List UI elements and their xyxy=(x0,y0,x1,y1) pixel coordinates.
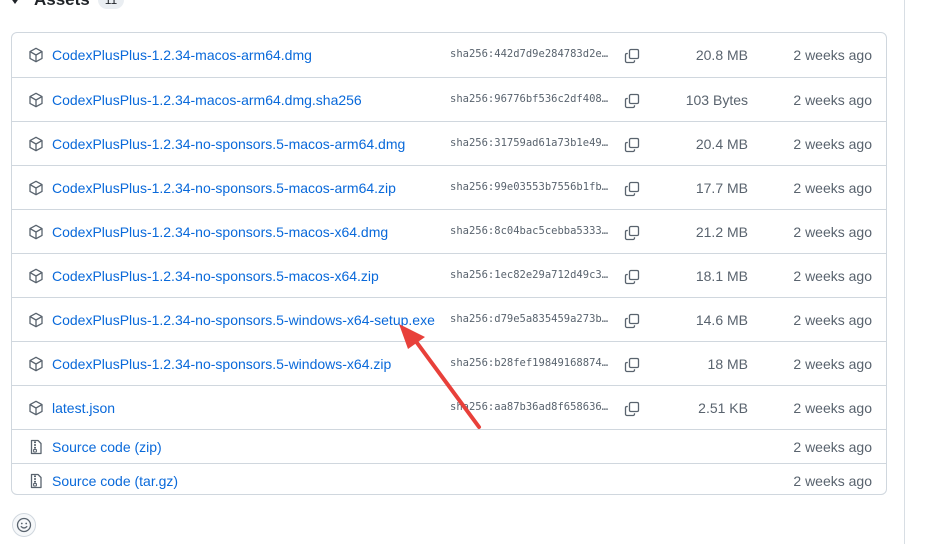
asset-size: 14.6 MB xyxy=(695,312,748,328)
asset-size: 17.7 MB xyxy=(695,180,748,196)
package-icon xyxy=(28,400,44,416)
asset-row: latest.json sha256:aa87b36ad8f658636… 2.51… xyxy=(12,385,886,429)
asset-link[interactable]: CodexPlusPlus-1.2.34-no-sponsors.5-macos… xyxy=(52,268,379,284)
asset-size: 103 Bytes xyxy=(685,92,748,108)
asset-sha256: sha256:aa87b36ad8f658636… xyxy=(450,401,609,413)
page-divider xyxy=(904,0,905,544)
package-icon xyxy=(28,180,44,196)
copy-icon[interactable] xyxy=(624,93,640,109)
asset-row: CodexPlusPlus-1.2.34-macos-arm64.dmg sha2… xyxy=(12,33,886,77)
asset-date: 2 weeks ago xyxy=(793,47,872,63)
asset-link[interactable]: CodexPlusPlus-1.2.34-macos-arm64.dmg.sha… xyxy=(52,92,362,108)
asset-link[interactable]: CodexPlusPlus-1.2.34-no-sponsors.5-windo… xyxy=(52,312,435,328)
assets-header[interactable]: Assets 11 xyxy=(10,0,125,13)
asset-link[interactable]: CodexPlusPlus-1.2.34-no-sponsors.5-macos… xyxy=(52,224,388,240)
assets-title: Assets xyxy=(34,0,90,10)
asset-sha256: sha256:8c04bac5cebba5333… xyxy=(450,225,609,237)
source-code-date: 2 weeks ago xyxy=(793,439,872,455)
package-icon xyxy=(28,312,44,328)
assets-list: CodexPlusPlus-1.2.34-macos-arm64.dmg sha2… xyxy=(11,32,887,495)
asset-sha256: sha256:31759ad61a73b1e49… xyxy=(450,137,609,149)
copy-icon[interactable] xyxy=(624,313,640,329)
source-code-link[interactable]: Source code (tar.gz) xyxy=(52,473,178,489)
copy-icon[interactable] xyxy=(624,225,640,241)
copy-icon[interactable] xyxy=(624,401,640,417)
asset-date: 2 weeks ago xyxy=(793,92,872,108)
file-zip-icon xyxy=(28,473,44,489)
asset-sha256: sha256:96776bf536c2df408… xyxy=(450,93,609,105)
copy-icon[interactable] xyxy=(624,357,640,373)
asset-row: CodexPlusPlus-1.2.34-no-sponsors.5-windo… xyxy=(12,341,886,385)
asset-size: 21.2 MB xyxy=(695,224,748,240)
package-icon xyxy=(28,47,44,63)
source-code-format: (tar.gz) xyxy=(134,473,179,489)
asset-size: 18.1 MB xyxy=(695,268,748,284)
asset-date: 2 weeks ago xyxy=(793,356,872,372)
triangle-down-icon[interactable] xyxy=(10,0,20,4)
source-code-label: Source code xyxy=(52,439,131,455)
copy-icon[interactable] xyxy=(624,48,640,64)
asset-row: CodexPlusPlus-1.2.34-macos-arm64.dmg.sha… xyxy=(12,77,886,121)
asset-link[interactable]: CodexPlusPlus-1.2.34-macos-arm64.dmg xyxy=(52,47,312,63)
asset-sha256: sha256:99e03553b7556b1fb… xyxy=(450,181,609,193)
source-code-link[interactable]: Source code (zip) xyxy=(52,439,162,455)
asset-size: 2.51 KB xyxy=(698,400,748,416)
asset-row: CodexPlusPlus-1.2.34-no-sponsors.5-macos… xyxy=(12,121,886,165)
asset-size: 18 MB xyxy=(707,356,748,372)
source-code-row: Source code (zip) 2 weeks ago xyxy=(12,429,886,463)
asset-date: 2 weeks ago xyxy=(793,224,872,240)
package-icon xyxy=(28,92,44,108)
asset-size: 20.8 MB xyxy=(695,47,748,63)
asset-date: 2 weeks ago xyxy=(793,268,872,284)
asset-sha256: sha256:b28fef19849168874… xyxy=(450,357,609,369)
asset-link[interactable]: latest.json xyxy=(52,400,115,416)
asset-row: CodexPlusPlus-1.2.34-no-sponsors.5-windo… xyxy=(12,297,886,341)
asset-row: CodexPlusPlus-1.2.34-no-sponsors.5-macos… xyxy=(12,209,886,253)
assets-count-badge: 11 xyxy=(97,0,125,9)
source-code-label: Source code xyxy=(52,473,131,489)
package-icon xyxy=(28,224,44,240)
asset-sha256: sha256:d79e5a835459a273b… xyxy=(450,313,609,325)
source-code-format: (zip) xyxy=(134,439,162,455)
asset-sha256: sha256:1ec82e29a712d49c3… xyxy=(450,269,609,281)
asset-link[interactable]: CodexPlusPlus-1.2.34-no-sponsors.5-windo… xyxy=(52,356,391,372)
asset-date: 2 weeks ago xyxy=(793,136,872,152)
package-icon xyxy=(28,136,44,152)
add-reaction-button[interactable] xyxy=(12,513,36,537)
asset-sha256: sha256:442d7d9e284783d2e… xyxy=(450,48,609,60)
asset-date: 2 weeks ago xyxy=(793,312,872,328)
copy-icon[interactable] xyxy=(624,137,640,153)
asset-date: 2 weeks ago xyxy=(793,180,872,196)
asset-link[interactable]: CodexPlusPlus-1.2.34-no-sponsors.5-macos… xyxy=(52,136,405,152)
copy-icon[interactable] xyxy=(624,181,640,197)
asset-link[interactable]: CodexPlusPlus-1.2.34-no-sponsors.5-macos… xyxy=(52,180,396,196)
package-icon xyxy=(28,356,44,372)
asset-date: 2 weeks ago xyxy=(793,400,872,416)
source-code-row: Source code (tar.gz) 2 weeks ago xyxy=(12,463,886,494)
source-code-date: 2 weeks ago xyxy=(793,473,872,489)
asset-row: CodexPlusPlus-1.2.34-no-sponsors.5-macos… xyxy=(12,253,886,297)
smiley-icon xyxy=(16,517,32,533)
copy-icon[interactable] xyxy=(624,269,640,285)
file-zip-icon xyxy=(28,439,44,455)
package-icon xyxy=(28,268,44,284)
asset-row: CodexPlusPlus-1.2.34-no-sponsors.5-macos… xyxy=(12,165,886,209)
asset-size: 20.4 MB xyxy=(695,136,748,152)
